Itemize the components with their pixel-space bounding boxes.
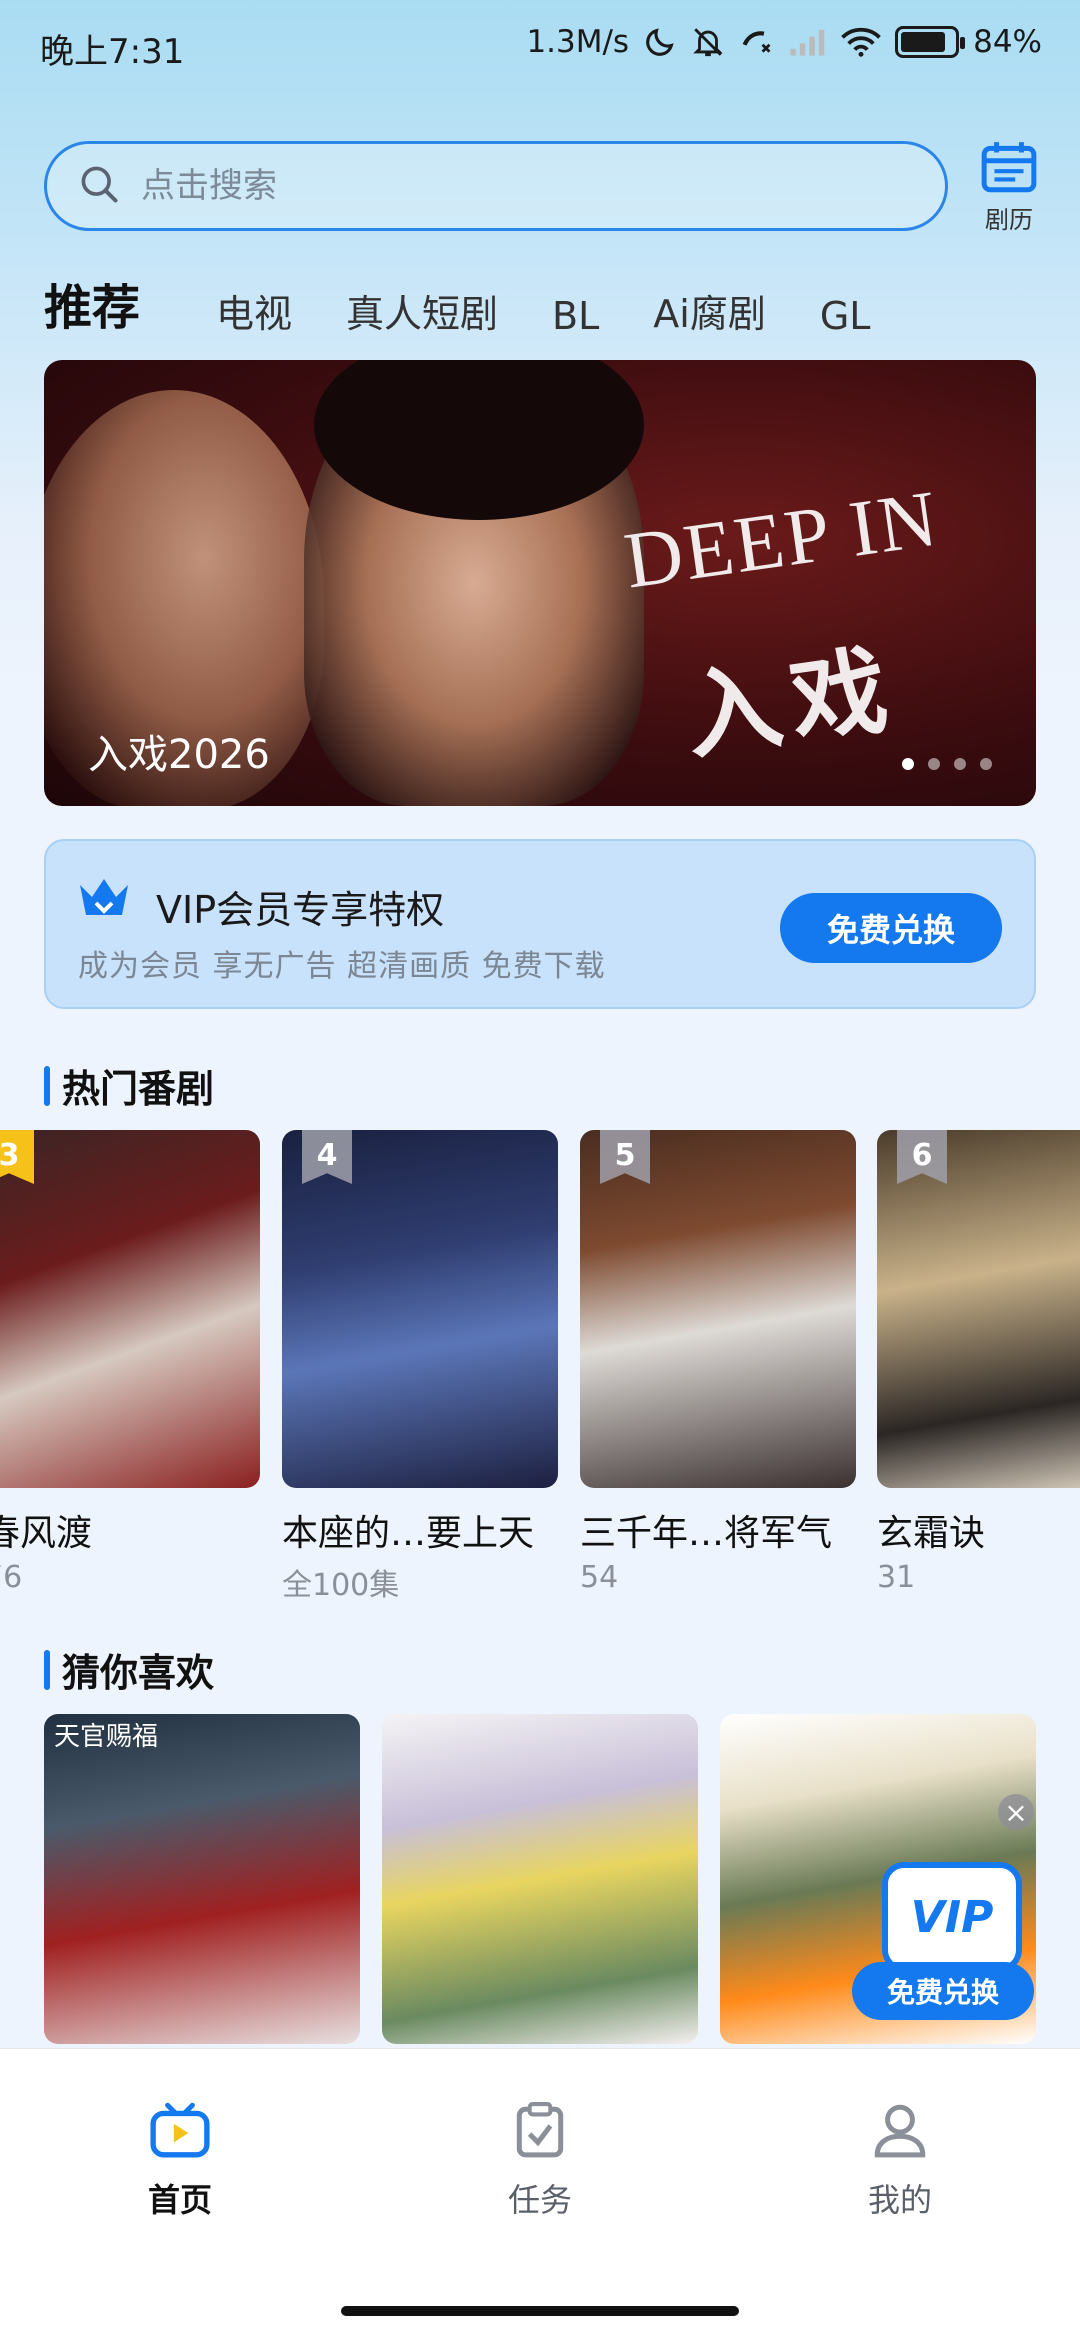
section-title-text: 猜你喜欢 — [62, 1651, 215, 1695]
home-indicator[interactable] — [341, 2306, 739, 2316]
recommend-card[interactable] — [382, 1714, 698, 2044]
series-title: 春风渡 — [0, 1513, 93, 1554]
hot-series-card[interactable]: 5 三千年…将军气 54 — [580, 1130, 856, 1595]
moon-icon — [643, 22, 677, 62]
search-input[interactable] — [141, 166, 901, 206]
nav-home[interactable]: 首页 — [80, 2101, 280, 2221]
tab-bl[interactable]: BL — [552, 294, 599, 338]
net-speed: 1.3M/s — [526, 24, 630, 60]
series-episodes: 31 — [877, 1560, 916, 1595]
calendar-label: 剧历 — [985, 206, 1033, 234]
hot-series-row: 3 春风渡 76 4 本座的…要上天 全100集 5 三千年…将军气 54 6 … — [0, 1130, 1080, 1600]
tab-ai-drama[interactable]: Ai腐剧 — [653, 283, 766, 338]
rank-badge: 3 — [0, 1130, 34, 1184]
status-time: 晚上7:31 — [40, 32, 185, 72]
wifi-icon — [841, 22, 881, 62]
recommend-card[interactable]: 天官赐福 — [44, 1714, 360, 2044]
call-icon — [739, 22, 775, 62]
user-icon — [871, 2104, 929, 2163]
nav-tasks[interactable]: 任务 — [440, 2101, 640, 2221]
battery-icon — [895, 26, 966, 58]
bottom-navigation: 首页 任务 我的 — [0, 2048, 1080, 2340]
pagination-dot[interactable] — [902, 758, 914, 770]
series-episodes: 76 — [0, 1560, 23, 1595]
free-redeem-button[interactable]: 免费兑换 — [780, 893, 1002, 963]
mute-bell-icon — [691, 22, 725, 62]
nav-label: 首页 — [147, 2181, 212, 2219]
battery-text: 84% — [973, 24, 1042, 60]
nav-label: 任务 — [507, 2181, 572, 2219]
vip-subtitle: 成为会员 享无广告 超清画质 免费下载 — [78, 949, 606, 984]
battery-fill — [901, 32, 945, 52]
close-icon[interactable]: × — [998, 1794, 1034, 1830]
series-poster: 3 — [0, 1130, 260, 1488]
vip-promo-card[interactable]: VIP会员专享特权 成为会员 享无广告 超清画质 免费下载 免费兑换 — [44, 839, 1036, 1009]
series-title: 三千年…将军气 — [580, 1513, 833, 1554]
section-accent-bar — [44, 1649, 50, 1690]
tv-play-icon — [149, 2102, 211, 2163]
series-poster: 5 — [580, 1130, 856, 1488]
search-icon — [77, 162, 121, 210]
section-title-guess: 猜你喜欢 — [44, 1642, 214, 1697]
section-accent-bar — [44, 1065, 50, 1106]
series-poster: 4 — [282, 1130, 558, 1488]
signal-icon — [789, 22, 827, 62]
vip-title: VIP会员专享特权 — [156, 888, 445, 932]
calendar-button[interactable]: 剧历 — [974, 140, 1044, 235]
pagination-dot[interactable] — [928, 758, 940, 770]
crown-icon — [76, 873, 132, 925]
tab-recommend[interactable]: 推荐 — [44, 268, 141, 342]
vip-floating-promo[interactable]: VIP 免费兑换 — [852, 1862, 1034, 2042]
series-episodes: 54 — [580, 1560, 619, 1595]
tab-live-short[interactable]: 真人短剧 — [346, 283, 498, 338]
pagination-dot[interactable] — [954, 758, 966, 770]
banner-title-en: DEEP IN — [619, 474, 944, 606]
status-icons: 1.3M/s 84% — [526, 22, 1042, 62]
rank-badge: 4 — [302, 1130, 352, 1184]
hero-banner[interactable]: DEEP IN 入戏 入戏2026 — [44, 360, 1036, 806]
banner-caption: 入戏2026 — [88, 732, 270, 778]
vip-badge: VIP — [882, 1862, 1022, 1972]
nav-profile[interactable]: 我的 — [800, 2101, 1000, 2221]
clipboard-check-icon — [512, 2102, 568, 2163]
banner-title-cn: 入戏 — [678, 632, 904, 774]
pagination-dot[interactable] — [980, 758, 992, 770]
series-title: 本座的…要上天 — [282, 1513, 535, 1554]
hot-series-card[interactable]: 3 春风渡 76 — [0, 1130, 260, 1595]
rank-badge: 5 — [600, 1130, 650, 1184]
category-tabs: 推荐 电视 真人短剧 BL Ai腐剧 GL — [44, 268, 1080, 342]
poster-title-text: 天官赐福 — [54, 1722, 159, 1752]
search-box[interactable] — [44, 141, 948, 231]
status-bar: 晚上7:31 1.3M/s 84% — [0, 0, 1080, 92]
section-title-text: 热门番剧 — [62, 1067, 215, 1111]
hot-series-card[interactable]: 4 本座的…要上天 全100集 — [282, 1130, 558, 1600]
series-episodes: 全100集 — [282, 1568, 400, 1600]
tab-gl[interactable]: GL — [820, 294, 871, 338]
banner-pagination — [902, 758, 992, 770]
hot-series-card[interactable]: 6 玄霜诀 31 — [877, 1130, 1080, 1595]
floating-redeem-button[interactable]: 免费兑换 — [852, 1962, 1034, 2020]
series-title: 玄霜诀 — [877, 1513, 986, 1554]
series-poster: 6 — [877, 1130, 1080, 1488]
rank-badge: 6 — [897, 1130, 947, 1184]
tab-tv[interactable]: 电视 — [216, 283, 292, 338]
nav-label: 我的 — [867, 2181, 932, 2219]
section-title-hot: 热门番剧 — [44, 1058, 214, 1113]
calendar-icon — [980, 142, 1038, 198]
